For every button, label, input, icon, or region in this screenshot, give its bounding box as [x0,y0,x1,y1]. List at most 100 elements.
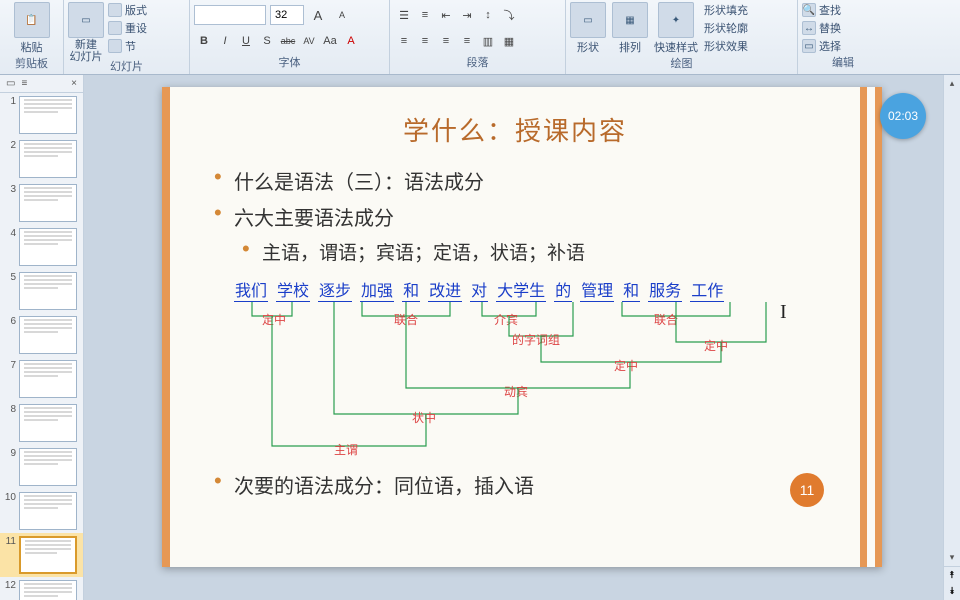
slide-title: 学什么：授课内容 [206,111,824,148]
workspace: ▭ ≡ × 1234567891011121314 学什么：授课内容 什么是语法… [0,75,960,600]
bullets-button[interactable]: ☰ [394,5,414,25]
thumbnail-1[interactable]: 1 [0,93,83,137]
word: 工作 [690,277,724,302]
layout-icon [108,3,122,17]
word: 我们 [234,277,268,302]
bullet-2a: 主语，谓语；宾语；定语，状语；补语 [240,238,824,265]
svg-text:联合: 联合 [654,312,678,327]
shrink-font-button[interactable]: A [332,5,352,25]
italic-button[interactable]: I [215,31,235,51]
slide-canvas[interactable]: 学什么：授课内容 什么是语法（三）：语法成分 六大主要语法成分 主语，谓语；宾语… [162,87,882,567]
close-panel-button[interactable]: × [71,78,77,89]
justify-button[interactable]: ≡ [457,31,477,51]
scroll-up-button[interactable]: ▴ [944,75,960,92]
thumbnail-12[interactable]: 12 [0,577,83,600]
arrange-icon: ▦ [612,2,648,38]
quickstyles-icon: ✦ [658,2,694,38]
page-badge: 11 [790,473,824,507]
grow-font-button[interactable]: A [308,5,328,25]
shapes-button[interactable]: ▭形状 [570,2,606,55]
svg-text:动宾: 动宾 [504,384,528,399]
outline-tab[interactable]: ≡ [21,78,27,89]
clipboard-icon: 📋 [14,2,50,38]
thumbnail-6[interactable]: 6 [0,313,83,357]
line-spacing-button[interactable]: ↕ [478,5,498,25]
group-drawing: ▭形状 ▦排列 ✦快速样式 形状填充 形状轮廓 形状效果 绘图 [566,0,798,74]
text-direction-button[interactable]: ⤵ [499,5,519,25]
svg-text:介宾: 介宾 [494,312,518,327]
select-button[interactable]: ▭选择 [802,38,884,54]
font-family-select[interactable] [194,5,266,25]
shape-outline-button[interactable]: 形状轮廓 [704,20,748,36]
thumbnail-2[interactable]: 2 [0,137,83,181]
sentence-words: 我们学校逐步加强和改进对大学生的管理和服务工作 [234,277,824,302]
align-center-button[interactable]: ≡ [415,31,435,51]
thumbnail-3[interactable]: 3 [0,181,83,225]
scroll-track[interactable] [944,92,960,549]
indent-dec-button[interactable]: ⇤ [436,5,456,25]
shape-fill-button[interactable]: 形状填充 [704,2,748,18]
quickstyles-button[interactable]: ✦快速样式 [654,2,698,55]
group-paragraph: ☰ ≡ ⇤ ⇥ ↕ ⤵ ≡ ≡ ≡ ≡ ▥ ▦ 段落 [390,0,566,74]
scroll-down-button[interactable]: ▾ [944,549,960,566]
align-right-button[interactable]: ≡ [436,31,456,51]
word: 对 [470,277,488,302]
group-clipboard-label: 剪贴板 [4,55,59,73]
align-left-button[interactable]: ≡ [394,31,414,51]
font-size-select[interactable] [270,5,304,25]
reset-button[interactable]: 重设 [108,20,147,36]
underline-button[interactable]: U [236,31,256,51]
group-editing: 🔍查找 ↔替换 ▭选择 编辑 [798,0,888,74]
layout-button[interactable]: 版式 [108,2,147,18]
thumbnail-panel: ▭ ≡ × 1234567891011121314 [0,75,84,600]
strike-button[interactable]: S [257,31,277,51]
word: 服务 [648,277,682,302]
find-button[interactable]: 🔍查找 [802,2,884,18]
thumbnail-7[interactable]: 7 [0,357,83,401]
thumbnail-11[interactable]: 11 [0,533,83,577]
slide-stage: 学什么：授课内容 什么是语法（三）：语法成分 六大主要语法成分 主语，谓语；宾语… [84,75,960,600]
font-color-button[interactable]: A [341,31,361,51]
arrange-button[interactable]: ▦排列 [612,2,648,55]
reset-icon [108,21,122,35]
new-slide-icon: ▭ [68,2,104,38]
svg-text:定中: 定中 [704,338,728,353]
abc-button[interactable]: abc [278,31,298,51]
bullet-list: 什么是语法（三）：语法成分 六大主要语法成分 主语，谓语；宾语；定语，状语；补语 [212,166,824,265]
shapes-icon: ▭ [570,2,606,38]
shape-effects-button[interactable]: 形状效果 [704,38,748,54]
group-font: A A B I U S abc AV Aa A 字体 [190,0,390,74]
numbering-button[interactable]: ≡ [415,5,435,25]
prev-slide-button[interactable]: ⯭ [944,567,960,584]
ribbon: 📋 粘贴 剪贴板 ▭ 新建 幻灯片 版式 重设 节 幻灯片 A A B [0,0,960,75]
char-spacing-button[interactable]: AV [299,31,319,51]
columns-button[interactable]: ▥ [478,31,498,51]
indent-inc-button[interactable]: ⇥ [457,5,477,25]
thumbnail-5[interactable]: 5 [0,269,83,313]
section-icon [108,39,122,53]
vertical-scrollbar[interactable]: ▴ ▾ ⯭ ⯯ [943,75,960,600]
new-slide-button[interactable]: ▭ 新建 幻灯片 [68,2,104,63]
thumbnail-8[interactable]: 8 [0,401,83,445]
slides-tab[interactable]: ▭ [6,78,15,89]
recording-timer: 02:03 [880,93,926,139]
word: 改进 [428,277,462,302]
group-editing-label: 编辑 [802,54,884,72]
select-icon: ▭ [802,39,816,53]
bullet-2: 六大主要语法成分 [212,202,824,231]
find-icon: 🔍 [802,3,816,17]
thumbnail-tabs: ▭ ≡ × [0,75,83,93]
text-cursor: I [780,301,787,324]
group-slides: ▭ 新建 幻灯片 版式 重设 节 幻灯片 [64,0,190,74]
section-button[interactable]: 节 [108,38,147,54]
next-slide-button[interactable]: ⯯ [944,584,960,600]
convert-smartart-button[interactable]: ▦ [499,31,519,51]
thumbnail-9[interactable]: 9 [0,445,83,489]
paste-button[interactable]: 📋 粘贴 [4,2,59,55]
change-case-button[interactable]: Aa [320,31,340,51]
replace-button[interactable]: ↔替换 [802,20,884,36]
word: 加强 [360,277,394,302]
thumbnail-4[interactable]: 4 [0,225,83,269]
thumbnail-10[interactable]: 10 [0,489,83,533]
bold-button[interactable]: B [194,31,214,51]
